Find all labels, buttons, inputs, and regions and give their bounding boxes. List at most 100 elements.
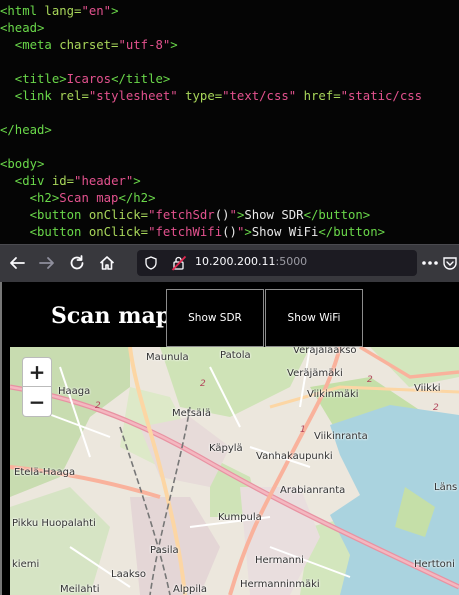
svg-text:1: 1 — [300, 425, 306, 435]
place-label: Vanhakaupunki — [256, 451, 333, 462]
place-label: Herttoni — [414, 559, 455, 570]
forward-arrow-icon — [39, 257, 54, 269]
code-token: "fetchSdr — [148, 208, 215, 222]
code-token: type= — [177, 89, 223, 103]
code-line: <button onClick="fetchWifi()">Show WiFi<… — [0, 224, 385, 241]
code-token: id= — [51, 174, 75, 188]
place-label: Veräjälaakso — [293, 347, 357, 356]
home-icon — [99, 256, 115, 270]
code-token: " — [229, 208, 237, 222]
place-label: Pikku Huopalahti — [12, 518, 96, 529]
web-page: Scan map Show SDR Show WiFi 2 2 2 1 2 + … — [0, 282, 459, 595]
pocket-icon — [442, 257, 457, 270]
zoom-out-button[interactable]: − — [22, 387, 52, 417]
code-token: <body> — [0, 157, 45, 171]
code-line: <button onClick="fetchSdr()">Show SDR</b… — [0, 207, 371, 224]
svg-text:2: 2 — [433, 403, 439, 413]
code-token: </button> — [303, 208, 371, 222]
place-label: Arabianranta — [280, 485, 346, 496]
code-line: <link rel="stylesheet" type="text/css" h… — [0, 88, 422, 105]
svg-text:2: 2 — [367, 375, 373, 385]
shield-icon[interactable] — [144, 256, 158, 270]
show-wifi-button[interactable]: Show WiFi — [265, 289, 363, 347]
code-token: > — [111, 4, 119, 18]
code-token: "static/css — [340, 89, 423, 103]
pocket-button[interactable] — [440, 251, 459, 275]
code-token: Show WiFi — [251, 225, 319, 239]
place-label: Viikinmäki — [307, 389, 359, 400]
place-label: Haaga — [58, 386, 91, 397]
code-token: <button — [0, 225, 89, 239]
place-label: Käpylä — [209, 443, 243, 454]
code-token: Icaros — [66, 72, 112, 86]
url-bar[interactable]: 10.200.200.11:5000 — [137, 250, 417, 276]
url-host: 10.200.200.11 — [195, 255, 276, 268]
code-token: Scan map — [59, 191, 119, 205]
code-token: "text/css" — [222, 89, 297, 103]
insecure-lock-icon[interactable] — [171, 255, 187, 271]
code-token: <head> — [0, 21, 45, 35]
code-token: "fetchWifi — [148, 225, 223, 239]
map-tiles[interactable]: 2 2 2 1 2 — [10, 347, 459, 595]
code-token: </head> — [0, 123, 52, 137]
code-line: <body> — [0, 156, 44, 173]
code-line: <meta charset="utf-8"> — [0, 37, 178, 54]
reload-button[interactable] — [65, 251, 89, 275]
place-label: Etelä-Haaga — [14, 467, 76, 478]
code-line: <div id="header"> — [0, 173, 141, 190]
code-token: Show SDR — [244, 208, 304, 222]
place-label: Kumpula — [218, 512, 262, 523]
code-token: <div — [0, 174, 52, 188]
place-label: Meilahti — [60, 584, 100, 595]
zoom-in-button[interactable]: + — [22, 357, 52, 387]
browser-toolbar: 10.200.200.11:5000 — [0, 244, 459, 282]
place-label: Veräjämäki — [287, 368, 343, 379]
home-button[interactable] — [95, 251, 119, 275]
page-actions-button[interactable] — [418, 251, 442, 275]
code-editor: <html lang="en"> <head> <meta charset="ut… — [0, 0, 459, 245]
svg-text:2: 2 — [95, 401, 101, 411]
code-token: </h2> — [118, 191, 156, 205]
code-token: > — [170, 38, 178, 52]
code-token: </title> — [111, 72, 171, 86]
code-token: href= — [296, 89, 341, 103]
back-arrow-icon — [10, 257, 25, 269]
svg-text:2: 2 — [200, 379, 206, 389]
code-token: <html — [0, 4, 45, 18]
map[interactable]: 2 2 2 1 2 + − Maunula Patola Veräjälaaks… — [10, 347, 459, 595]
url-text[interactable]: 10.200.200.11:5000 — [195, 255, 307, 268]
forward-button[interactable] — [35, 251, 59, 275]
code-token: lang= — [44, 4, 82, 18]
code-token: "utf-8" — [118, 38, 171, 52]
place-label: kiemi — [12, 559, 40, 570]
code-token: () — [222, 225, 237, 239]
code-token: () — [214, 208, 230, 222]
place-label: Pasila — [150, 545, 179, 556]
more-dots-icon — [422, 261, 438, 265]
url-port: :5000 — [275, 255, 308, 268]
code-line: <title>Icaros</title> — [0, 71, 171, 88]
code-token: > — [133, 174, 141, 188]
place-label: Maunula — [146, 352, 189, 363]
code-token: onClick= — [88, 225, 149, 239]
place-label: Viikinranta — [314, 431, 368, 442]
code-token: <title> — [0, 72, 67, 86]
code-token: "stylesheet" — [88, 89, 178, 103]
place-label: Metsälä — [172, 408, 211, 419]
code-token: <meta — [0, 38, 60, 52]
place-label: Alppila — [173, 584, 207, 595]
code-token: <h2> — [0, 191, 60, 205]
code-line: <head> — [0, 20, 44, 37]
code-token: <button — [0, 208, 89, 222]
code-token: > — [244, 225, 252, 239]
place-label: Hermanninmäki — [240, 579, 320, 590]
place-label: Hermanni — [255, 555, 304, 566]
show-sdr-button[interactable]: Show SDR — [166, 289, 264, 347]
code-token: "en" — [81, 4, 112, 18]
code-line: </head> — [0, 122, 52, 139]
reload-icon — [70, 255, 84, 270]
code-token: charset= — [59, 38, 119, 52]
place-label: Patola — [220, 350, 251, 361]
back-button[interactable] — [5, 251, 29, 275]
code-token: "header" — [74, 174, 134, 188]
